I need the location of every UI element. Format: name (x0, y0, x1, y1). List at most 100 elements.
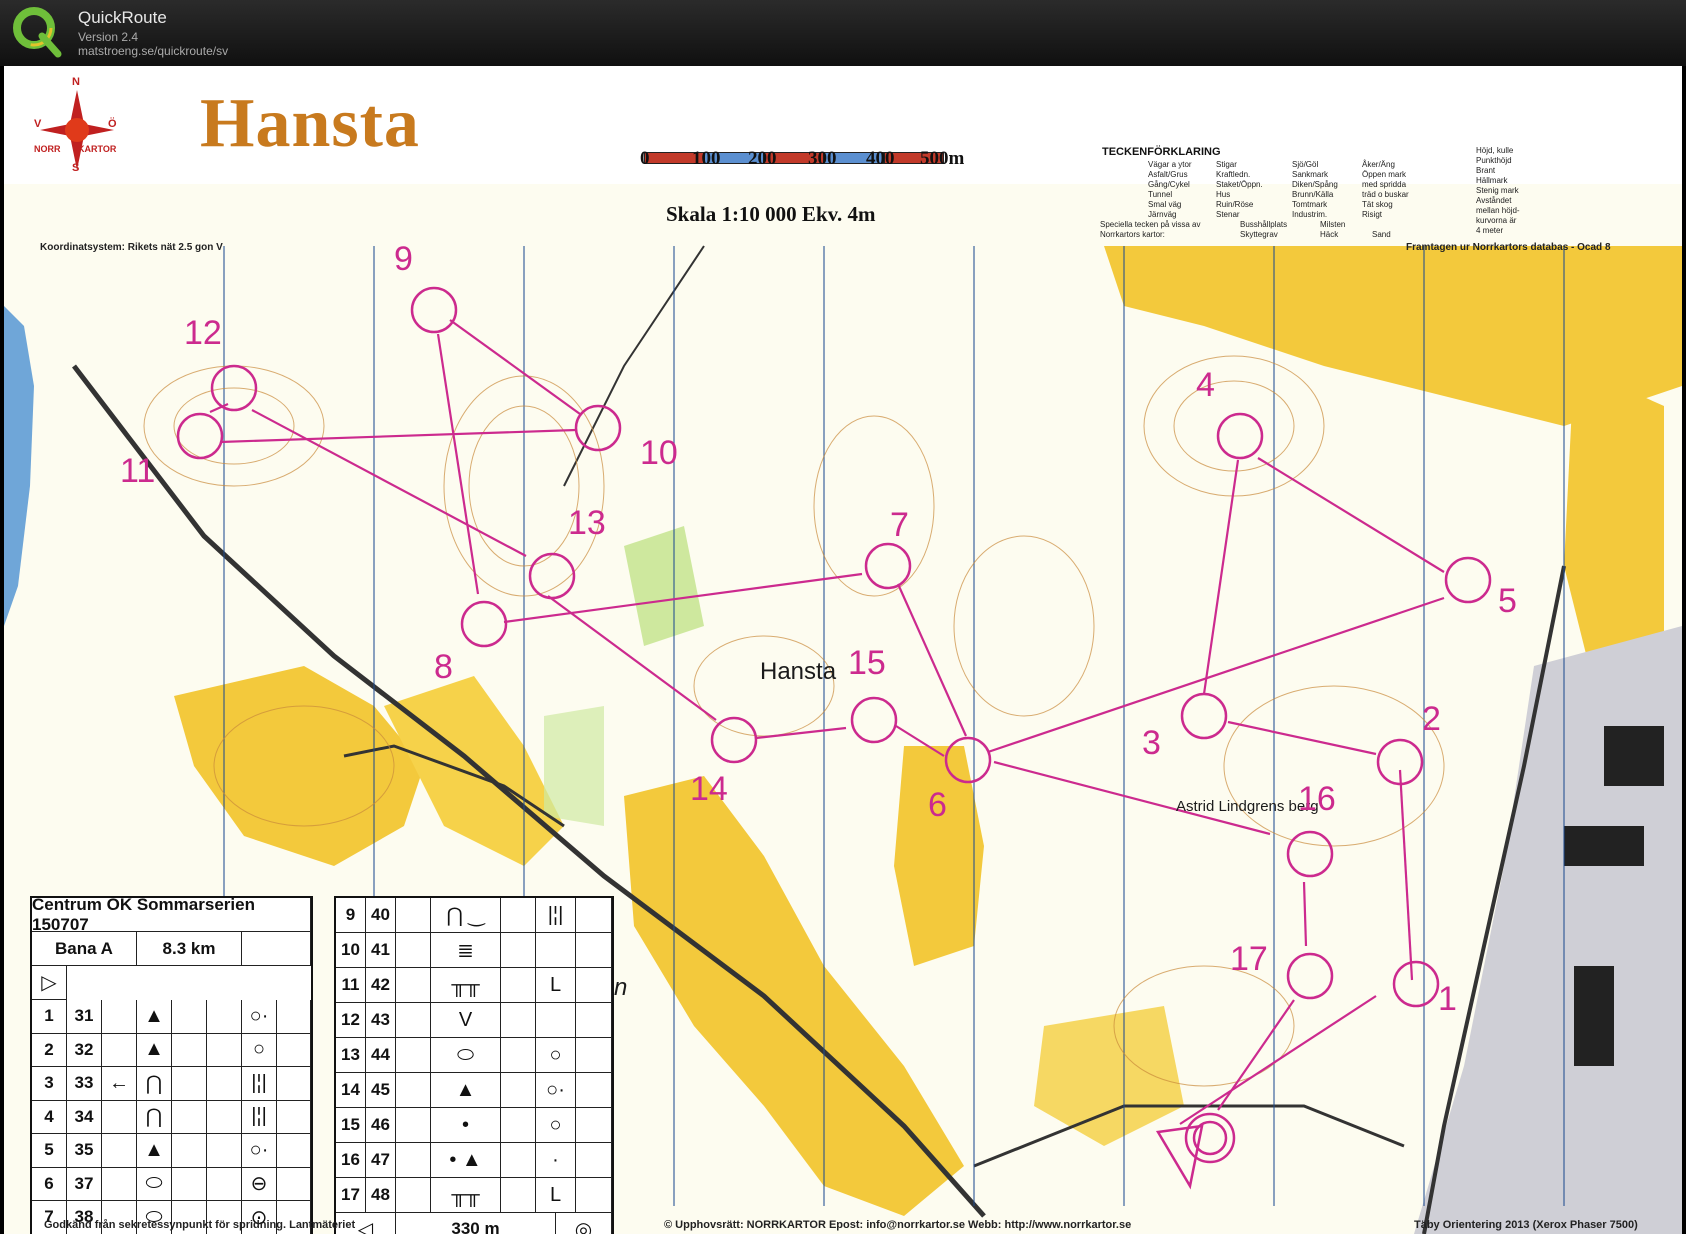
description-arrow (102, 1134, 137, 1168)
description-blank3 (576, 1038, 612, 1073)
legend-item: Sankmark (1292, 170, 1329, 179)
legend-item: Sand (1372, 230, 1391, 239)
map-title: Hansta (200, 85, 420, 162)
control-label-3: 3 (1142, 724, 1161, 762)
event-name: Centrum OK Sommarserien 150707 (32, 895, 311, 934)
description-code: 40 (366, 898, 396, 933)
description-blank (396, 898, 431, 933)
legend-item: Speciella tecken på vissa av (1100, 220, 1201, 229)
legend-item: Brant (1476, 166, 1496, 175)
description-symbol: • ▲ (431, 1143, 501, 1178)
description-symbol: ⋂ (137, 1067, 172, 1101)
description-blank2 (207, 1100, 242, 1134)
description-blank2 (207, 1033, 242, 1067)
description-blank (396, 1143, 431, 1178)
description-number: 16 (336, 1143, 366, 1178)
description-number: 3 (32, 1067, 67, 1101)
legend-item: Milsten (1320, 220, 1346, 229)
place-name-hansta: Hansta (760, 658, 837, 685)
description-arrow (102, 1167, 137, 1201)
description-code: 42 (366, 968, 396, 1003)
legend-item: Gång/Cykel (1148, 180, 1190, 189)
description-detail: ⊖ (242, 1167, 277, 1201)
footer-printer: Täby Orientering 2013 (Xerox Phaser 7500… (1414, 1219, 1638, 1231)
description-detail: · (536, 1143, 576, 1178)
description-symbol: V (431, 1003, 501, 1038)
description-blank (396, 968, 431, 1003)
description-detail (536, 1003, 576, 1038)
description-arrow (102, 1033, 137, 1067)
description-code: 45 (366, 1073, 396, 1108)
marsh-area (544, 706, 604, 826)
coordinate-system-note: Koordinatsystem: Rikets nät 2.5 gon V (40, 242, 223, 253)
description-number: 10 (336, 933, 366, 968)
legend-item: Tät skog (1362, 200, 1393, 209)
description-blank (172, 1134, 207, 1168)
app-version: Version 2.4 (78, 30, 139, 44)
quickroute-logo-icon (13, 7, 62, 58)
description-code: 46 (366, 1108, 396, 1143)
description-blank (172, 1167, 207, 1201)
scale-tick: 500m (920, 148, 965, 169)
legend-item: Vägar a ytor (1148, 160, 1192, 169)
control-label-7: 7 (890, 506, 909, 544)
control-label-2: 2 (1422, 700, 1441, 738)
legend-item: Smal väg (1148, 200, 1182, 209)
control-description-sheet-b: ◁ 330 m ◎ 9 40 ⋂ ‿ |¦| 10 41 ≣ 11 42 ╥╥ L 12 43 V 13 44… (334, 896, 614, 1234)
legend-item: Stenar (1216, 210, 1240, 219)
control-label-14: 14 (690, 770, 728, 808)
app-url[interactable]: matstroeng.se/quickroute/sv (78, 44, 228, 58)
legend-item: Busshållplats (1240, 220, 1288, 229)
building (1564, 826, 1644, 866)
description-number: 4 (32, 1100, 67, 1134)
legend-item: Staket/Öppn. (1216, 180, 1263, 189)
description-detail: L (536, 1178, 576, 1213)
description-code: 35 (67, 1134, 102, 1168)
description-detail: |¦| (242, 1067, 277, 1101)
description-blank2 (501, 1143, 536, 1178)
control-label-10: 10 (640, 434, 678, 472)
footer-approval: Godkänd från sekretessynpunkt för spridn… (44, 1219, 356, 1231)
description-blank3 (576, 1178, 612, 1213)
scale-tick: 100 (692, 148, 721, 169)
compass-n: N (72, 76, 80, 88)
control-label-12: 12 (184, 314, 222, 352)
description-blank2 (501, 1003, 536, 1038)
legend-item: Diken/Spång (1292, 180, 1338, 189)
scale-tick: 300 (808, 148, 837, 169)
control-label-8: 8 (434, 648, 453, 686)
finish-icon: ◎ (556, 1213, 612, 1234)
map-view[interactable]: N S V Ö NORR KARTOR Hansta 0 100 200 300… (4, 66, 1682, 1234)
description-symbol: ╥╥ (431, 1178, 501, 1213)
description-blank (172, 1100, 207, 1134)
legend-item: Norrkartors kartor: (1100, 230, 1165, 239)
description-blank3 (277, 1067, 311, 1101)
description-symbol: ▲ (137, 1000, 172, 1034)
legend-item: Järnväg (1148, 210, 1177, 219)
description-code: 41 (366, 933, 396, 968)
control-label-17: 17 (1230, 940, 1268, 978)
description-detail: ○· (242, 1134, 277, 1168)
description-number: 1 (32, 1000, 67, 1034)
legend-item: Tomtmark (1292, 200, 1328, 209)
scale-bar (644, 152, 944, 164)
description-blank3 (576, 898, 612, 933)
description-blank3 (277, 1033, 311, 1067)
legend-item: Höjd, kulle (1476, 146, 1514, 155)
description-detail: ○· (242, 1000, 277, 1034)
brand-kartor: KARTOR (78, 144, 117, 154)
scale-tick: 200 (748, 148, 777, 169)
description-detail: ○ (536, 1108, 576, 1143)
description-code: 37 (67, 1167, 102, 1201)
description-number: 14 (336, 1073, 366, 1108)
control-label-4: 4 (1196, 366, 1215, 404)
description-blank2 (207, 1167, 242, 1201)
description-blank2 (501, 898, 536, 933)
legend-item: Avståndet (1476, 196, 1512, 205)
finish-distance: 330 m (396, 1213, 556, 1234)
description-blank (172, 1033, 207, 1067)
legend-item: Hus (1216, 190, 1231, 199)
description-blank2 (501, 968, 536, 1003)
description-blank (396, 1108, 431, 1143)
legend-item: Stigar (1216, 160, 1237, 169)
